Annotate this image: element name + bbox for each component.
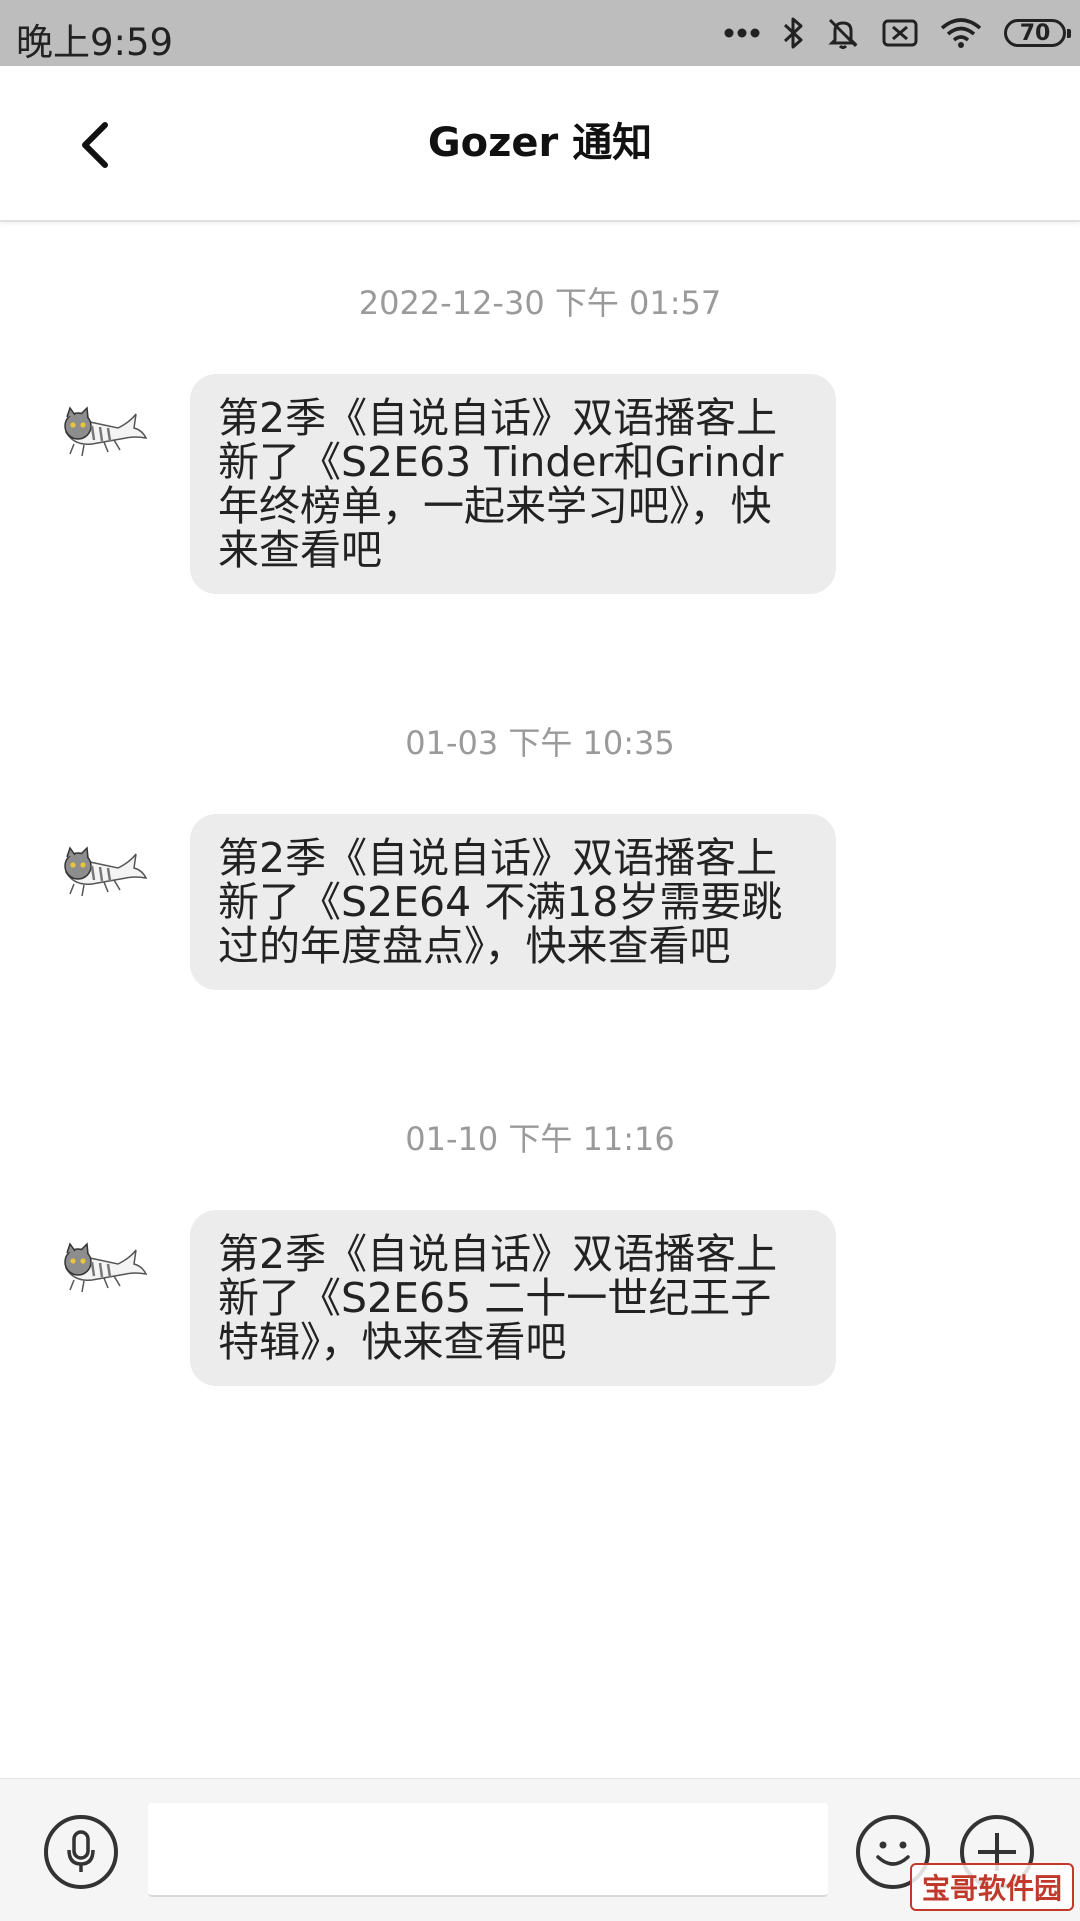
status-icons: 70 (724, 14, 1071, 52)
sim-off-icon (882, 19, 918, 47)
message-timestamp: 2022-12-30 下午 01:57 (358, 284, 722, 322)
nav-bar: Gozer 通知 (0, 66, 1080, 222)
status-bar: 晚上9:59 70 (0, 0, 1080, 66)
message-bubble[interactable]: 第2季《自说自话》双语播客上新了《S2E63 Tinder和Grindr年终榜单… (190, 374, 836, 594)
battery-level: 70 (1019, 20, 1051, 46)
message-bubble[interactable]: 第2季《自说自话》双语播客上新了《S2E64 不满18岁需要跳过的年度盘点》，快… (190, 814, 836, 990)
chevron-left-icon (82, 122, 108, 168)
message-input[interactable] (148, 1803, 828, 1897)
cat-fish-avatar[interactable] (56, 392, 148, 464)
more-dots-icon (724, 28, 760, 38)
cat-fish-avatar[interactable] (56, 832, 148, 904)
back-button[interactable] (60, 110, 130, 180)
bluetooth-icon (783, 17, 803, 49)
battery-icon: 70 (1004, 19, 1071, 47)
cat-fish-avatar[interactable] (56, 1228, 148, 1300)
voice-button[interactable] (44, 1815, 118, 1889)
message-timestamp: 01-03 下午 10:35 (405, 724, 675, 762)
wifi-icon (940, 18, 982, 48)
mute-icon (828, 18, 858, 49)
message-timestamp: 01-10 下午 11:16 (405, 1120, 675, 1158)
microphone-icon (67, 1830, 95, 1872)
page-title: Gozer 通知 (427, 120, 653, 166)
message-bubble[interactable]: 第2季《自说自话》双语播客上新了《S2E65 二十一世纪王子特辑》，快来查看吧 (190, 1210, 836, 1386)
watermark-logo: 宝哥软件园 (909, 1863, 1074, 1911)
status-time: 晚上9:59 (16, 21, 174, 64)
input-bar: 宝哥软件园 (0, 1778, 1080, 1921)
